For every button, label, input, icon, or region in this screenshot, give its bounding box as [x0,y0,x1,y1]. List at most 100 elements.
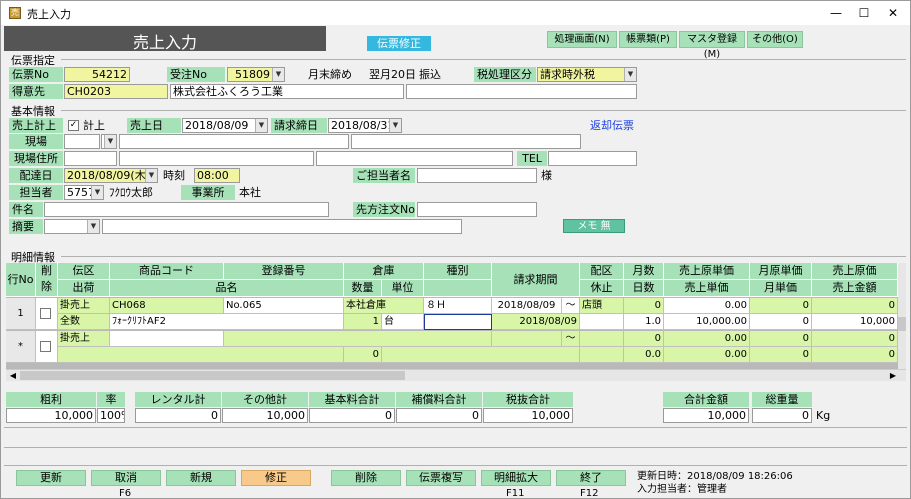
cell-kyushi[interactable] [580,314,624,330]
scroll-left-icon[interactable]: ◀ [8,370,18,381]
contact-field[interactable] [417,168,537,183]
scroll-thumb[interactable] [898,317,906,331]
cell-mon-unit[interactable]: 0 [750,347,812,363]
site-zip-field[interactable] [64,151,117,166]
chevron-down-icon[interactable]: ▼ [87,220,99,233]
cell-months[interactable]: 0 [624,331,664,347]
site-name-field[interactable] [119,134,349,149]
cell-kyushi[interactable] [580,347,624,363]
order-no-field[interactable]: 51809 ▼ [227,67,285,82]
update-button[interactable]: 更新 [16,470,86,486]
horizontal-scrollbar[interactable]: ◀ ▶ [6,369,906,381]
scroll-thumb[interactable] [20,371,405,380]
cell-days[interactable]: 1.0 [624,314,664,330]
expand-detail-button[interactable]: 明細拡大 [481,470,551,486]
cell-monthly-cost[interactable]: 0 [750,298,812,314]
menu-screens[interactable]: 処理画面(N) [547,31,617,48]
delete-checkbox[interactable] [40,308,51,319]
edit-button[interactable]: 修正 [241,470,311,486]
vertical-scrollbar[interactable] [898,263,906,369]
chevron-down-icon[interactable]: ▼ [272,68,284,81]
cell-period-start[interactable] [492,331,562,347]
cell-ship[interactable]: 全数 [58,314,110,330]
chevron-down-icon[interactable]: ▼ [255,119,267,132]
sales-post-checkbox[interactable]: ✓ [68,120,79,131]
site-address2-field[interactable] [316,151,513,166]
return-slip-link[interactable]: 返却伝票 [590,118,634,133]
customer-extra-field[interactable] [406,84,637,99]
staff-code-field[interactable]: 5757 ▼ [64,185,104,200]
tel-field[interactable] [548,151,637,166]
delivery-date-field[interactable]: 2018/08/09(木) ▼ [64,168,158,183]
customer-code-field[interactable]: CH0203 [64,84,168,99]
scroll-right-icon[interactable]: ▶ [888,370,898,381]
copy-slip-button[interactable]: 伝票複写 [406,470,476,486]
close-button[interactable]: ✕ [878,3,908,23]
subject-field[interactable] [44,202,329,217]
cell-days[interactable]: 0.0 [624,347,664,363]
cell-cost-unit[interactable]: 0.00 [664,331,750,347]
cell-den[interactable]: 掛売上 [58,331,110,347]
cell-kind-focused[interactable] [424,314,492,330]
customer-name-field[interactable]: 株式会社ふくろう工業 [170,84,404,99]
summary-select[interactable]: ▼ [44,219,100,234]
table-row [36,298,58,330]
cell-warehouse[interactable]: 本社倉庫 [344,298,424,314]
chevron-down-icon[interactable]: ▼ [145,169,157,182]
chevron-down-icon[interactable]: ▼ [624,68,636,81]
memo-button[interactable]: メモ 無 [563,219,625,233]
header-kyushi: 休止 [580,280,624,297]
cell-period-end[interactable]: 2018/08/09 [492,314,580,330]
bill-date-field[interactable]: 2018/08/31 ▼ [328,118,402,133]
cell-sales-cost[interactable]: 0 [812,331,898,347]
time-field[interactable]: 08:00 [194,168,240,183]
cell-haiku[interactable]: 店頭 [580,298,624,314]
cell-haiku[interactable] [580,331,624,347]
cell-product-code[interactable]: CH068 [110,298,224,314]
site-code-field[interactable] [64,134,100,149]
new-button[interactable]: 新規 [166,470,236,486]
maximize-button[interactable]: ☐ [849,3,879,23]
cell-reg-no[interactable]: No.065 [224,298,344,314]
cancel-button[interactable]: 取消 [91,470,161,486]
sales-date-field[interactable]: 2018/08/09 ▼ [182,118,268,133]
cell-qty[interactable]: 1 [344,314,382,330]
menu-other[interactable]: その他(O) [747,31,803,48]
chevron-down-icon[interactable]: ▼ [389,119,401,132]
cell-product-name[interactable] [58,347,344,363]
site-select[interactable]: ▼ [101,134,117,149]
cell-product-code[interactable] [110,331,224,347]
cell-reg-no[interactable] [224,331,492,347]
chevron-down-icon[interactable]: ▼ [104,135,116,148]
cell-unit[interactable]: 台 [382,314,424,330]
cell-monthly-cost[interactable]: 0 [750,331,812,347]
bill-date-value: 2018/08/31 [331,119,395,132]
tax-select[interactable]: 請求時外税 ▼ [537,67,637,82]
site-address1-field[interactable] [119,151,314,166]
cell-unit-price[interactable]: 0.00 [664,347,750,363]
cell-sales-amount[interactable]: 0 [812,347,898,363]
minimize-button[interactable]: — [821,3,851,23]
cell-den[interactable]: 掛売上 [58,298,110,314]
cell-cost-unit[interactable]: 0.00 [664,298,750,314]
delete-checkbox[interactable] [40,341,51,352]
slip-no-field[interactable]: 54212 [64,67,130,82]
menu-master[interactable]: マスタ登録(M) [679,31,745,60]
cell-unit-price[interactable]: 10,000.00 [664,314,750,330]
cell-sales-amount[interactable]: 10,000 [812,314,898,330]
exit-button[interactable]: 終了 [556,470,626,486]
summary-field[interactable] [102,219,462,234]
client-order-field[interactable] [417,202,537,217]
delete-button[interactable]: 削除 [331,470,401,486]
cell-kind[interactable]: ８Ｈ [424,298,492,314]
cell-mon-unit[interactable]: 0 [750,314,812,330]
cell-unit[interactable] [382,347,580,363]
site-name2-field[interactable] [351,134,581,149]
menu-reports[interactable]: 帳票類(P) [619,31,677,48]
chevron-down-icon[interactable]: ▼ [91,186,103,199]
cell-product-name[interactable]: ﾌｫｰｸﾘﾌﾄAF2 [110,314,344,330]
cell-period-start[interactable]: 2018/08/09 [492,298,562,314]
cell-sales-cost[interactable]: 0 [812,298,898,314]
cell-months[interactable]: 0 [624,298,664,314]
cell-qty[interactable]: 0 [344,347,382,363]
